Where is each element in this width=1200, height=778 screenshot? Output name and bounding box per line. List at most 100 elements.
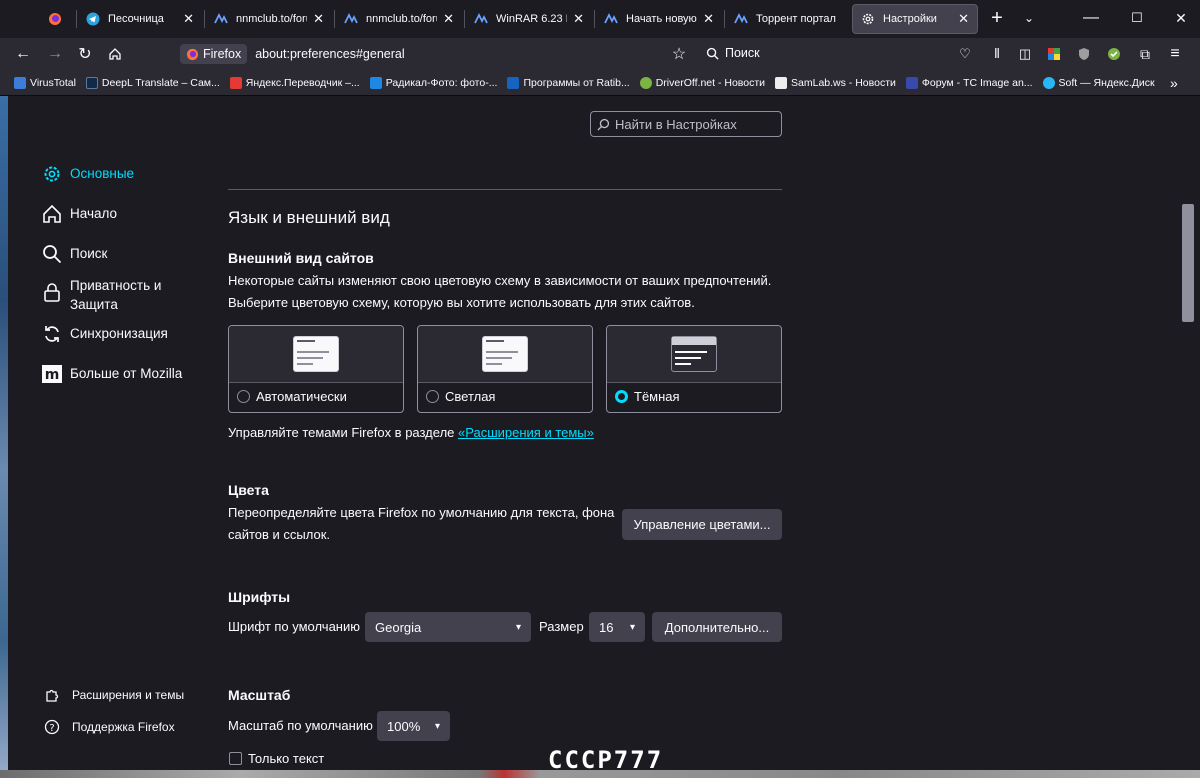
scheme-label: Автоматически [256, 389, 347, 404]
bookmark-item[interactable]: Радикал-Фото: фото-... [369, 76, 497, 89]
new-tab-button[interactable]: + [986, 7, 1008, 29]
tab-sandbox[interactable]: Песочница ✕ [78, 4, 202, 34]
tab-pinned-firefox[interactable] [36, 4, 74, 34]
bookmark-star-icon[interactable]: ☆ [668, 44, 690, 64]
sidebar-icon[interactable]: ◫ [1014, 44, 1036, 64]
preferences-search-placeholder: Найти в Настройках [615, 116, 737, 132]
ratiborus-icon [507, 76, 520, 89]
color-scheme-light[interactable]: Светлая [417, 325, 593, 413]
category-more-from-mozilla[interactable]: m Больше от Mozilla [42, 364, 182, 384]
text-only-label: Только текст [248, 751, 325, 766]
category-general[interactable]: Основные [42, 164, 134, 184]
maximize-button[interactable]: ☐ [1126, 8, 1148, 28]
tab-winrar[interactable]: WinRAR 6.23 RePa ✕ [466, 4, 592, 34]
scheme-option[interactable]: Автоматически [237, 389, 347, 404]
category-sync[interactable]: Синхронизация [42, 324, 168, 344]
bookmark-item[interactable]: Soft — Яндекс.Диск [1042, 76, 1155, 89]
manage-colors-button[interactable]: Управление цветами... [622, 509, 782, 540]
sidebar-support-link[interactable]: ? Поддержка Firefox [44, 719, 175, 735]
tab-nnmclub-2[interactable]: nnmclub.to/forum ✕ [336, 4, 462, 34]
identity-box[interactable]: Firefox [180, 44, 248, 64]
bookmark-label: DeepL Translate – Сам... [101, 76, 220, 89]
nnm-icon [474, 12, 488, 24]
radio-button[interactable] [426, 390, 439, 403]
addon-icon [1108, 48, 1120, 60]
default-font-value: Georgia [375, 619, 422, 635]
close-icon[interactable]: ✕ [958, 11, 969, 27]
search-icon [43, 245, 62, 264]
tab-settings[interactable]: Настройки ✕ [852, 4, 978, 34]
window-close-button[interactable]: ✕ [1170, 8, 1192, 28]
url-text[interactable]: about:preferences#general [255, 47, 404, 61]
font-size-label: Размер [539, 619, 584, 634]
close-icon[interactable]: ✕ [183, 11, 194, 27]
addon-green-icon[interactable] [1103, 44, 1125, 64]
preferences-search-input[interactable]: Найти в Настройках [590, 111, 782, 137]
category-privacy[interactable]: Приватность и Защита [42, 276, 161, 314]
default-font-select[interactable]: Georgia ▾ [365, 612, 531, 642]
color-scheme-auto[interactable]: Автоматически [228, 325, 404, 413]
search-bar[interactable]: Поиск [706, 46, 760, 60]
addons-themes-link[interactable]: «Расширения и темы» [458, 425, 594, 440]
ublock-icon[interactable] [1073, 44, 1095, 64]
menu-icon[interactable]: ≡ [1164, 44, 1186, 64]
sidebar-addons-link[interactable]: Расширения и темы [44, 687, 184, 703]
home-button[interactable] [104, 44, 126, 64]
bookmark-item[interactable]: DeepL Translate – Сам... [85, 76, 220, 89]
search-placeholder: Поиск [725, 46, 760, 60]
scheme-option[interactable]: Тёмная [615, 389, 680, 404]
list-all-tabs-icon[interactable]: ⌄ [1018, 8, 1040, 28]
tab-torrent[interactable]: Торрент портал [726, 4, 850, 34]
chevron-down-icon: ▾ [629, 621, 635, 633]
appearance-description: Некоторые сайты изменяют свою цветовую с… [228, 273, 772, 288]
scheme-option[interactable]: Светлая [426, 389, 495, 404]
tab-title: WinRAR 6.23 RePa [496, 13, 567, 25]
tab-title: Настройки [883, 13, 937, 25]
category-search[interactable]: Поиск [42, 244, 107, 264]
bookmark-item[interactable]: Яндекс.Переводчик –... [229, 76, 360, 89]
radio-button-selected[interactable] [615, 390, 628, 403]
scheme-preview [607, 326, 781, 383]
tab-new-topic[interactable]: Начать новую тем ✕ [596, 4, 722, 34]
scrollbar-track[interactable] [1182, 96, 1194, 778]
tab-nnmclub-1[interactable]: nnmclub.to/forum ✕ [206, 4, 332, 34]
forward-button[interactable]: → [44, 44, 66, 64]
chevron-down-icon: ▾ [434, 720, 440, 732]
bookmark-item[interactable]: VirusTotal [14, 76, 76, 89]
pocket-icon[interactable]: ♡ [954, 44, 976, 64]
bookmark-item[interactable]: SamLab.ws - Новости [775, 76, 896, 89]
appearance-title: Внешний вид сайтов [228, 250, 374, 266]
nnm-icon [734, 12, 748, 24]
library-icon[interactable]: ⫴ [986, 44, 1008, 64]
samlab-icon [775, 76, 788, 89]
category-home[interactable]: Начало [42, 204, 117, 224]
font-size-select[interactable]: 16 ▾ [589, 612, 645, 642]
default-zoom-select[interactable]: 100% ▾ [377, 711, 450, 741]
tab-title: nnmclub.to/forum [366, 13, 437, 25]
scheme-label: Светлая [445, 389, 496, 404]
bookmark-item[interactable]: Форум - TC Image an... [905, 76, 1033, 89]
back-button[interactable]: ← [12, 44, 34, 64]
color-scheme-dark[interactable]: Тёмная [606, 325, 782, 413]
reload-button[interactable]: ↻ [74, 44, 96, 64]
extension-colorful-icon[interactable] [1043, 44, 1065, 64]
fonts-advanced-button[interactable]: Дополнительно... [652, 612, 782, 642]
extensions-puzzle-icon[interactable]: ⧉ [1134, 44, 1156, 64]
text-only-checkbox[interactable] [229, 752, 242, 765]
font-size-value: 16 [599, 619, 614, 635]
close-icon[interactable]: ✕ [443, 11, 454, 27]
more-bookmarks-icon[interactable]: » [1170, 75, 1178, 91]
bookmark-item[interactable]: Программы от Ratib... [507, 76, 630, 89]
scrollbar-thumb[interactable] [1182, 204, 1194, 322]
url-bar[interactable]: Firefox about:preferences#general [180, 42, 405, 66]
bookmark-item[interactable]: DriverOff.net - Новости [639, 76, 765, 89]
close-icon[interactable]: ✕ [573, 11, 584, 27]
radio-button[interactable] [237, 390, 250, 403]
driveroff-icon [639, 76, 652, 89]
colors-description: Переопределяйте цвета Firefox по умолчан… [228, 505, 615, 520]
nnm-icon [604, 12, 618, 24]
close-icon[interactable]: ✕ [313, 11, 324, 27]
minimize-button[interactable]: — [1080, 8, 1102, 28]
close-icon[interactable]: ✕ [703, 11, 714, 27]
gear-icon [862, 13, 874, 25]
